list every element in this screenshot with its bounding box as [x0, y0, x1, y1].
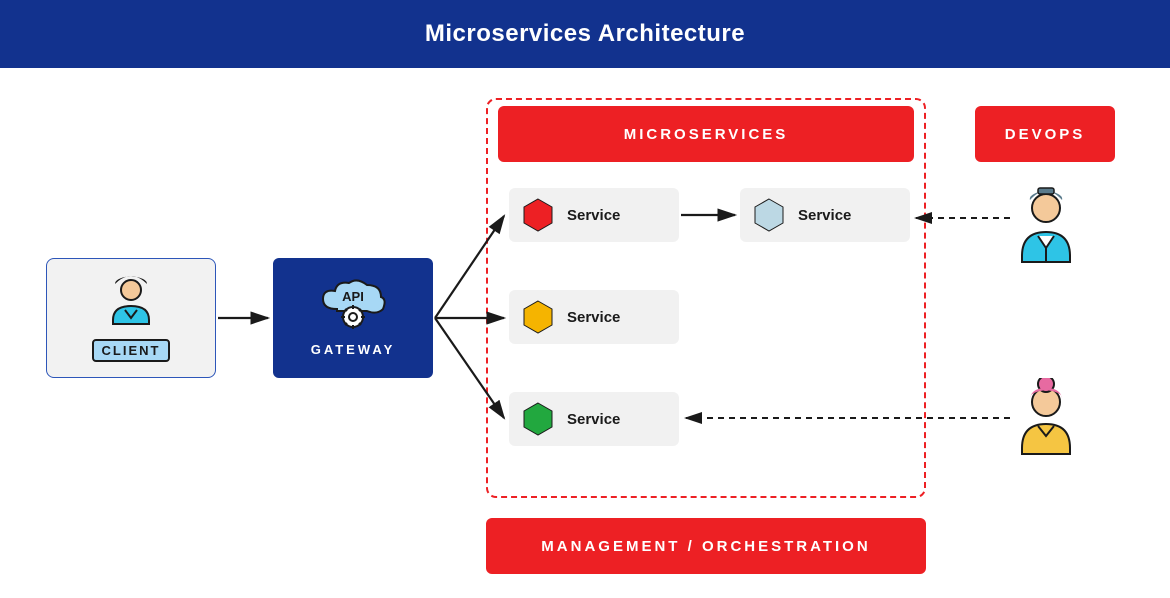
- person-icon: [103, 274, 159, 335]
- devops-person-top-icon: [1014, 186, 1078, 266]
- hexagon-icon: [523, 198, 553, 232]
- devops-person-bottom-icon: [1014, 378, 1078, 458]
- gateway-label: GATEWAY: [311, 342, 396, 357]
- page-title: Microservices Architecture: [0, 0, 1170, 68]
- microservices-header: MICROSERVICES: [498, 106, 914, 162]
- hexagon-icon: [754, 198, 784, 232]
- service-label: Service: [567, 411, 620, 428]
- management-bar: MANAGEMENT / ORCHESTRATION: [486, 518, 926, 574]
- gateway-box: API GATEWAY: [273, 258, 433, 378]
- devops-box: DEVOPS: [975, 106, 1115, 162]
- service-label: Service: [567, 207, 620, 224]
- service-card-4: Service: [509, 392, 679, 446]
- hexagon-icon: [523, 300, 553, 334]
- hexagon-icon: [523, 402, 553, 436]
- svg-text:API: API: [342, 289, 364, 304]
- diagram-stage: CLIENT API GATEWAY: [0, 68, 1170, 596]
- client-box: CLIENT: [46, 258, 216, 378]
- service-card-1: Service: [509, 188, 679, 242]
- api-cloud-icon: API: [317, 279, 389, 336]
- service-card-3: Service: [509, 290, 679, 344]
- client-label: CLIENT: [92, 339, 171, 362]
- service-label: Service: [798, 207, 851, 224]
- service-label: Service: [567, 309, 620, 326]
- service-card-2: Service: [740, 188, 910, 242]
